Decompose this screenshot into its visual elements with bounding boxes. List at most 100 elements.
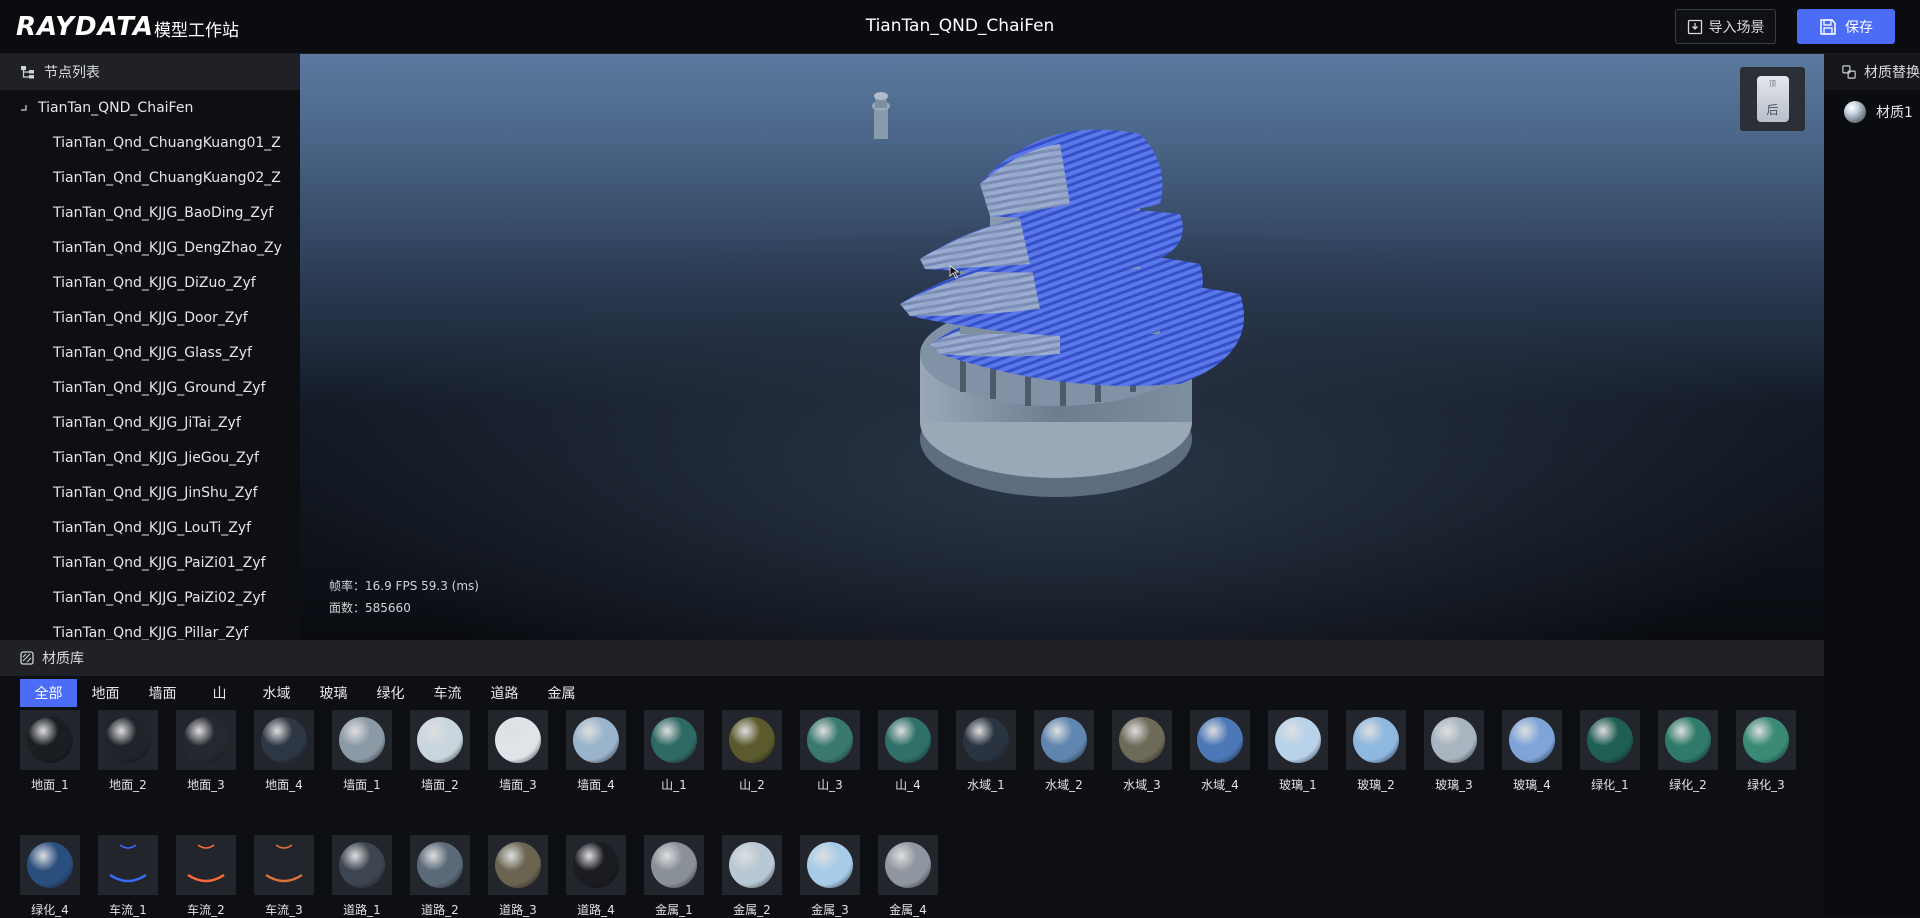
material-tile[interactable]: 地面_1 (20, 710, 80, 793)
material-tile[interactable]: 道路_1 (332, 835, 392, 918)
material-thumbnail[interactable] (98, 835, 158, 895)
tab-3[interactable]: 山 (191, 679, 248, 707)
material-thumbnail[interactable] (176, 710, 236, 770)
tree-node-item[interactable]: TianTan_Qnd_KJJG_Pillar_Zyf (0, 615, 300, 641)
material-thumbnail[interactable] (1424, 710, 1484, 770)
view-cube-face[interactable]: 顶 后 (1756, 76, 1789, 122)
material-tile[interactable]: 金属_2 (722, 835, 782, 918)
material-thumbnail[interactable] (1580, 710, 1640, 770)
material-thumbnail[interactable] (488, 835, 548, 895)
material-thumbnail[interactable] (410, 835, 470, 895)
tab-1[interactable]: 地面 (77, 679, 134, 707)
material-thumbnail[interactable] (1502, 710, 1562, 770)
material-thumbnail[interactable] (800, 835, 860, 895)
view-cube[interactable]: 顶 后 (1740, 67, 1805, 131)
material-tile[interactable]: 玻璃_1 (1268, 710, 1328, 793)
tab-9[interactable]: 金属 (533, 679, 590, 707)
material-thumbnail[interactable] (176, 835, 236, 895)
tree-node-item[interactable]: TianTan_Qnd_KJJG_JinShu_Zyf (0, 475, 300, 510)
material-thumbnail[interactable] (488, 710, 548, 770)
material-item[interactable]: 材质1 (1824, 90, 1920, 134)
save-button[interactable]: 保存 (1797, 9, 1895, 44)
tab-7[interactable]: 车流 (419, 679, 476, 707)
material-thumbnail[interactable] (878, 710, 938, 770)
material-thumbnail[interactable] (956, 710, 1016, 770)
material-tile[interactable]: 墙面_3 (488, 710, 548, 793)
material-tile[interactable]: 地面_3 (176, 710, 236, 793)
material-tile[interactable]: 玻璃_3 (1424, 710, 1484, 793)
material-thumbnail[interactable] (1112, 710, 1172, 770)
material-thumbnail[interactable] (1190, 710, 1250, 770)
material-tile[interactable]: 金属_4 (878, 835, 938, 918)
material-thumbnail[interactable] (800, 710, 860, 770)
material-thumbnail[interactable] (644, 710, 704, 770)
material-thumbnail[interactable] (1034, 710, 1094, 770)
material-thumbnail[interactable] (566, 835, 626, 895)
material-tile[interactable]: 绿化_2 (1658, 710, 1718, 793)
material-thumbnail[interactable] (254, 835, 314, 895)
material-thumbnail[interactable] (20, 835, 80, 895)
material-tile[interactable]: 道路_2 (410, 835, 470, 918)
material-thumbnail[interactable] (878, 835, 938, 895)
tree-node-item[interactable]: TianTan_Qnd_ChuangKuang02_Z (0, 160, 300, 195)
material-thumbnail[interactable] (722, 835, 782, 895)
material-tile[interactable]: 道路_4 (566, 835, 626, 918)
material-tile[interactable]: 墙面_1 (332, 710, 392, 793)
material-thumbnail[interactable] (644, 835, 704, 895)
tab-2[interactable]: 墙面 (134, 679, 191, 707)
material-tile[interactable]: 墙面_4 (566, 710, 626, 793)
tab-8[interactable]: 道路 (476, 679, 533, 707)
3d-viewport[interactable]: 帧率：16.9 FPS 59.3 (ms) 面数：585660 顶 后 (300, 54, 1824, 640)
tree-node-item[interactable]: TianTan_Qnd_KJJG_Door_Zyf (0, 300, 300, 335)
material-thumbnail[interactable] (20, 710, 80, 770)
material-tile[interactable]: 金属_3 (800, 835, 860, 918)
collapse-arrow-icon[interactable] (20, 104, 28, 112)
material-tile[interactable]: 玻璃_2 (1346, 710, 1406, 793)
tree-node-item[interactable]: TianTan_Qnd_KJJG_JieGou_Zyf (0, 440, 300, 475)
tab-6[interactable]: 绿化 (362, 679, 419, 707)
material-tile[interactable]: 山_3 (800, 710, 860, 793)
material-thumbnail[interactable] (332, 835, 392, 895)
material-thumbnail[interactable] (1736, 710, 1796, 770)
tree-node-item[interactable]: TianTan_Qnd_KJJG_PaiZi01_Zyf (0, 545, 300, 580)
material-tile[interactable]: 金属_1 (644, 835, 704, 918)
material-tile[interactable]: 玻璃_4 (1502, 710, 1562, 793)
tree-node-item[interactable]: TianTan_Qnd_KJJG_JiTai_Zyf (0, 405, 300, 440)
material-tile[interactable]: 水域_3 (1112, 710, 1172, 793)
tree-node-item[interactable]: TianTan_Qnd_KJJG_DengZhao_Zy (0, 230, 300, 265)
tab-5[interactable]: 玻璃 (305, 679, 362, 707)
material-tile[interactable]: 道路_3 (488, 835, 548, 918)
material-tile[interactable]: 地面_2 (98, 710, 158, 793)
material-tile[interactable]: 山_4 (878, 710, 938, 793)
tree-node-item[interactable]: TianTan_Qnd_KJJG_PaiZi02_Zyf (0, 580, 300, 615)
material-thumbnail[interactable] (332, 710, 392, 770)
material-thumbnail[interactable] (254, 710, 314, 770)
material-tile[interactable]: 地面_4 (254, 710, 314, 793)
material-thumbnail[interactable] (98, 710, 158, 770)
tree-node-item[interactable]: TianTan_Qnd_KJJG_Ground_Zyf (0, 370, 300, 405)
material-tile[interactable]: 墙面_2 (410, 710, 470, 793)
tab-4[interactable]: 水域 (248, 679, 305, 707)
tree-node-item[interactable]: TianTan_Qnd_ChuangKuang01_Z (0, 125, 300, 160)
material-tile[interactable]: 山_1 (644, 710, 704, 793)
material-tile[interactable]: 绿化_3 (1736, 710, 1796, 793)
material-thumbnail[interactable] (566, 710, 626, 770)
material-tile[interactable]: 水域_4 (1190, 710, 1250, 793)
tab-0[interactable]: 全部 (20, 679, 77, 707)
tree-node-item[interactable]: TianTan_Qnd_KJJG_Glass_Zyf (0, 335, 300, 370)
material-tile[interactable]: 山_2 (722, 710, 782, 793)
material-tile[interactable]: 水域_1 (956, 710, 1016, 793)
import-scene-button[interactable]: 导入场景 (1675, 9, 1776, 44)
tree-node-item[interactable]: TianTan_Qnd_KJJG_BaoDing_Zyf (0, 195, 300, 230)
material-tile[interactable]: 绿化_1 (1580, 710, 1640, 793)
material-thumbnail[interactable] (1658, 710, 1718, 770)
material-tile[interactable]: 绿化_4 (20, 835, 80, 918)
material-thumbnail[interactable] (1346, 710, 1406, 770)
tree-node-item[interactable]: TianTan_Qnd_KJJG_DiZuo_Zyf (0, 265, 300, 300)
material-tile[interactable]: 水域_2 (1034, 710, 1094, 793)
material-thumbnail[interactable] (410, 710, 470, 770)
tree-node-item[interactable]: TianTan_Qnd_KJJG_LouTi_Zyf (0, 510, 300, 545)
material-thumbnail[interactable] (722, 710, 782, 770)
material-tile[interactable]: 车流_3 (254, 835, 314, 918)
material-tile[interactable]: 车流_1 (98, 835, 158, 918)
